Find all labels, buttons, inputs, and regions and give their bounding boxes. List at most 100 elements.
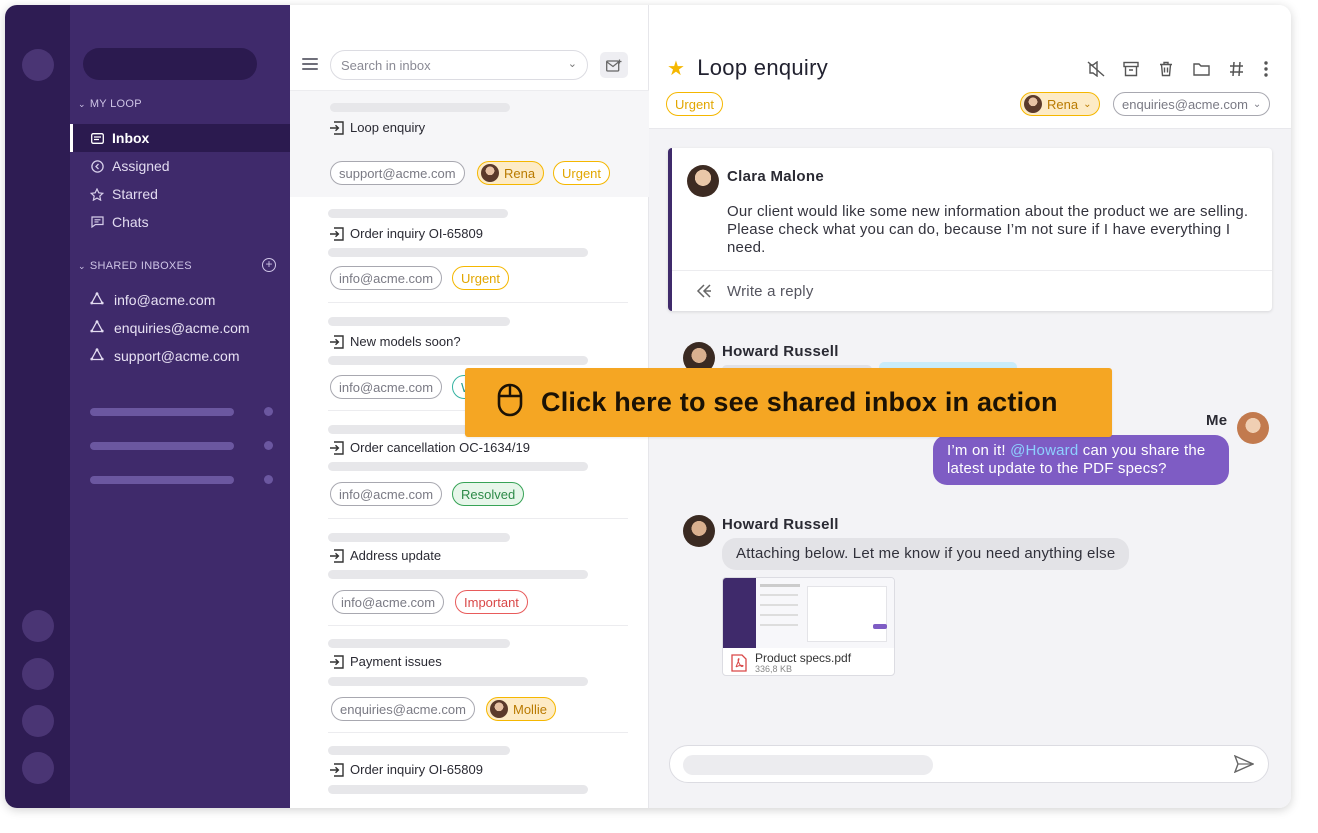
- placeholder-bar: [328, 746, 510, 755]
- inbox-chip: enquiries@acme.com: [331, 697, 475, 721]
- menu-icon[interactable]: [302, 58, 318, 73]
- placeholder-bar: [328, 639, 510, 648]
- divider: [672, 270, 1272, 271]
- placeholder-bar: [90, 442, 234, 450]
- divider: [328, 625, 628, 626]
- avatar: [481, 164, 499, 182]
- chevron-down-icon: ⌄: [78, 98, 86, 109]
- mention[interactable]: @Howard: [1010, 442, 1078, 459]
- mute-icon[interactable]: [1086, 59, 1106, 79]
- attachment-size: 336,8 KB: [755, 664, 793, 674]
- chevron-down-icon[interactable]: ⌄: [568, 57, 577, 70]
- sidebar: ⌄ MY LOOP Inbox Assigned Starred Chats ⌄…: [70, 5, 290, 808]
- message-author: Clara Malone: [727, 168, 824, 185]
- add-inbox-button[interactable]: +: [262, 258, 276, 272]
- status-badge-urgent: Urgent: [452, 266, 510, 290]
- conversation-subject: Address update: [330, 548, 441, 563]
- send-icon[interactable]: [1233, 754, 1255, 778]
- shared-inbox-icon: [90, 347, 104, 364]
- chevron-down-icon: ⌄: [1083, 98, 1092, 110]
- detail-header: ★ Loop enquiry Urgent Rena ⌄ enquiries@a…: [649, 5, 1291, 129]
- avatar: [490, 700, 508, 718]
- message-author: Howard Russell: [722, 516, 839, 533]
- more-options-icon[interactable]: [1256, 59, 1276, 79]
- shared-inboxes-header[interactable]: ⌄ SHARED INBOXES: [78, 260, 192, 272]
- incoming-icon: [330, 226, 344, 241]
- archive-icon[interactable]: [1121, 59, 1141, 79]
- placeholder-bar: [328, 209, 508, 218]
- assigned-icon: [90, 159, 104, 173]
- incoming-icon: [330, 334, 344, 349]
- avatar: [687, 165, 719, 197]
- sidebar-search[interactable]: [83, 48, 257, 80]
- chevron-down-icon: ⌄: [1252, 98, 1262, 110]
- avatar: [683, 515, 715, 547]
- trash-icon[interactable]: [1156, 59, 1176, 79]
- message-input[interactable]: [669, 745, 1269, 783]
- conversation-subject: Payment issues: [330, 654, 442, 669]
- sidebar-item-enquiries-inbox[interactable]: enquiries@acme.com: [70, 315, 290, 341]
- placeholder-dot: [264, 407, 273, 416]
- star-icon[interactable]: ★: [667, 56, 685, 81]
- rail-button-2[interactable]: [22, 658, 54, 690]
- reply-button[interactable]: Write a reply: [727, 283, 814, 300]
- conversation-item[interactable]: Address update info@acme.com Important: [290, 519, 649, 627]
- search-input[interactable]: Search in inbox ⌄: [330, 50, 588, 80]
- inbox-chip: support@acme.com: [330, 161, 465, 185]
- attachment-card[interactable]: Product specs.pdf 336,8 KB: [722, 577, 895, 676]
- mouse-icon: [497, 383, 523, 422]
- conversation-subject: New models soon?: [330, 334, 461, 349]
- status-badge-important: Important: [455, 590, 528, 614]
- attachment-name: Product specs.pdf: [755, 651, 852, 665]
- compose-button[interactable]: [600, 52, 628, 78]
- conversation-subject: Order inquiry OI-65809: [330, 226, 483, 241]
- rail-button-3[interactable]: [22, 705, 54, 737]
- status-badge-urgent[interactable]: Urgent: [666, 92, 724, 116]
- cta-text: Click here to see shared inbox in action: [541, 387, 1058, 417]
- incoming-icon: [330, 654, 344, 669]
- avatar: [1237, 412, 1269, 444]
- chevron-down-icon: ⌄: [78, 260, 86, 271]
- sidebar-item-chats[interactable]: Chats: [70, 208, 290, 236]
- placeholder-dot: [264, 475, 273, 484]
- incoming-icon: [330, 120, 344, 135]
- compose-icon: [606, 59, 622, 72]
- conversation-item[interactable]: Order inquiry OI-65809: [290, 733, 649, 808]
- placeholder-dot: [264, 441, 273, 450]
- star-icon: [90, 187, 104, 201]
- conversation-item[interactable]: Payment issues enquiries@acme.com Mollie: [290, 627, 649, 733]
- conversation-title: ★ Loop enquiry: [667, 55, 829, 81]
- placeholder-bar: [328, 570, 588, 579]
- incoming-icon: [330, 762, 344, 777]
- placeholder-bar: [328, 677, 588, 686]
- hashtag-icon[interactable]: [1226, 59, 1246, 79]
- message-author: Howard Russell: [722, 343, 839, 360]
- rail-button-1[interactable]: [22, 610, 54, 642]
- my-loop-header[interactable]: ⌄ MY LOOP: [78, 98, 142, 110]
- sidebar-item-info-inbox[interactable]: info@acme.com: [70, 287, 290, 313]
- inbox-selector[interactable]: enquiries@acme.com ⌄: [1113, 92, 1271, 116]
- cta-banner[interactable]: Click here to see shared inbox in action: [465, 368, 1112, 437]
- inbox-chip: info@acme.com: [330, 482, 443, 506]
- placeholder-bar: [330, 103, 510, 112]
- sidebar-item-starred[interactable]: Starred: [70, 180, 290, 208]
- inbox-chip: info@acme.com: [330, 266, 443, 290]
- conversation-item[interactable]: Order inquiry OI-65809 info@acme.com Urg…: [290, 197, 649, 303]
- assignee-selector[interactable]: Rena ⌄: [1020, 92, 1101, 116]
- sidebar-item-assigned[interactable]: Assigned: [70, 152, 290, 180]
- placeholder-bar: [683, 755, 933, 775]
- incoming-message: Attaching below. Let me know if you need…: [722, 538, 1130, 570]
- inbox-chip: info@acme.com: [330, 375, 443, 399]
- rail-button-4[interactable]: [22, 752, 54, 784]
- status-badge-resolved: Resolved: [452, 482, 525, 506]
- pdf-icon: [731, 654, 747, 675]
- sidebar-item-support-inbox[interactable]: support@acme.com: [70, 343, 290, 369]
- sidebar-item-inbox[interactable]: Inbox: [70, 124, 290, 152]
- workspace-avatar[interactable]: [22, 49, 54, 81]
- app-window: ⌄ MY LOOP Inbox Assigned Starred Chats ⌄…: [5, 5, 1291, 808]
- conversation-item-selected[interactable]: Loop enquiry support@acme.com Rena Urgen…: [290, 91, 649, 197]
- assignee-chip: Mollie: [486, 697, 556, 721]
- sender-label: Me: [1206, 412, 1228, 429]
- folder-icon[interactable]: [1191, 59, 1211, 79]
- chat-icon: [90, 215, 104, 229]
